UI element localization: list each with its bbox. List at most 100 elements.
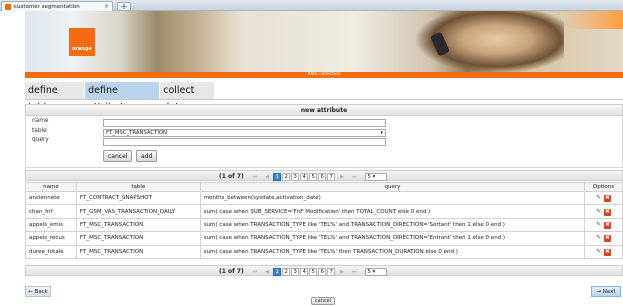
browser-tab-title: customer segmentation (14, 3, 80, 10)
cancel-button[interactable]: cancel (103, 150, 133, 162)
row-options: ✎ ✖ (584, 217, 623, 233)
row-name: appels_emis (25, 217, 77, 233)
banner-accent (563, 11, 623, 29)
browser-tab[interactable]: customer segmentation × (1, 1, 113, 11)
row-name: anciennete (25, 190, 77, 206)
edit-icon[interactable]: ✎ (596, 234, 601, 241)
logo-text: orange (72, 46, 92, 52)
next-page-icon[interactable]: ▶ (340, 174, 344, 180)
delete-icon[interactable]: ✖ (603, 221, 611, 229)
first-page-icon[interactable]: ⏮ (253, 174, 258, 180)
page-5[interactable]: 5 (309, 267, 318, 276)
table-row: appels_recus FT_MSC_TRANSACTION sum( cas… (25, 231, 623, 246)
query-label: query (32, 137, 49, 143)
last-page-icon[interactable]: ⏭ (352, 269, 357, 275)
row-name: chan_fnf (25, 204, 77, 219)
table-select[interactable]: FT_MSC_TRANSACTION ▾ (103, 129, 386, 137)
table-pager-bottom: (1 of 7) ⏮ ◀ 1 2 3 4 5 6 7 ▶ ⏭ 5 ▾ (25, 265, 623, 276)
page-3[interactable]: 3 (291, 267, 300, 276)
table-header-row: name table query Options (25, 182, 623, 192)
tab-define-attributes[interactable]: define attributes (85, 82, 160, 113)
header-banner: orange (25, 11, 623, 74)
prev-page-icon[interactable]: ◀ (265, 174, 269, 180)
back-button[interactable]: ← Back (25, 286, 51, 297)
row-name: duree_totale (25, 244, 77, 259)
page-1[interactable]: 1 (273, 172, 282, 181)
row-options: ✎ ✖ (584, 190, 623, 206)
next-button[interactable]: → Next (591, 286, 621, 297)
delete-icon[interactable]: ✖ (603, 235, 611, 243)
row-query: sum( case when TRANSACTION_TYPE like 'TE… (199, 231, 586, 246)
edit-icon[interactable]: ✎ (596, 221, 601, 228)
close-tab-icon[interactable]: × (104, 3, 109, 10)
row-query: sum( case when TRANSACTION_TYPE like 'TE… (199, 217, 586, 233)
new-tab-button[interactable]: + (117, 2, 131, 11)
row-table: FT_MSC_TRANSACTION (75, 244, 201, 259)
column-header-table[interactable]: table (75, 182, 201, 192)
tabs-divider (25, 99, 623, 100)
row-name: appels_recus (25, 231, 77, 246)
new-attribute-form: name table FT_MSC_TRANSACTION ▾ query ca… (25, 116, 623, 168)
site-favicon-icon (5, 3, 11, 10)
page-3[interactable]: 3 (291, 172, 300, 181)
first-page-icon[interactable]: ⏮ (253, 269, 258, 275)
delete-icon[interactable]: ✖ (603, 195, 611, 203)
row-table: FT_GSM_VAS_TRANSACTION_DAILY (75, 204, 201, 219)
column-header-query[interactable]: query (199, 182, 586, 192)
page-1[interactable]: 1 (273, 267, 282, 276)
page-size-value: 5 (367, 268, 371, 275)
row-query: months_between(sysdate,activation_date) (199, 190, 586, 206)
edit-icon[interactable]: ✎ (596, 208, 601, 215)
column-header-name[interactable]: name (25, 182, 77, 192)
tab-define-tables[interactable]: define tables (25, 82, 85, 113)
column-header-options: Options (584, 182, 623, 192)
page-6[interactable]: 6 (318, 267, 327, 276)
query-input[interactable] (103, 138, 386, 146)
delete-icon[interactable]: ✖ (603, 248, 611, 256)
page-6[interactable]: 6 (318, 172, 327, 181)
page-size-select[interactable]: 5 ▾ (364, 267, 387, 276)
table-pager-top: (1 of 7) ⏮ ◀ 1 2 3 4 5 6 7 ▶ ⏭ 5 ▾ (25, 170, 623, 181)
chevron-down-icon: ▾ (372, 173, 376, 180)
orange-logo: orange (69, 28, 95, 56)
row-table: FT_MSC_TRANSACTION (75, 231, 201, 246)
chevron-down-icon: ▾ (372, 268, 376, 275)
next-page-icon[interactable]: ▶ (340, 269, 344, 275)
page-4[interactable]: 4 (300, 172, 309, 181)
add-button[interactable]: add (136, 150, 158, 162)
wizard-cancel-button[interactable]: cancel (311, 297, 335, 305)
row-query: sum( case when TRANSACTION_TYPE like 'TE… (199, 244, 586, 259)
page-count: (1 of 7) (219, 173, 244, 180)
table-row: appels_emis FT_MSC_TRANSACTION sum( case… (25, 217, 623, 233)
table-row: duree_totale FT_MSC_TRANSACTION sum( cas… (25, 244, 623, 259)
new-attribute-header: new attribute (25, 104, 623, 116)
page-7[interactable]: 7 (327, 172, 336, 181)
tab-collect-data[interactable]: collect data (160, 82, 215, 113)
table-select-value: FT_MSC_TRANSACTION (106, 130, 168, 136)
table-label: table (32, 128, 47, 134)
row-options: ✎ ✖ (584, 231, 623, 246)
table-row: anciennete FT_CONTRACT_SNAPSHOT months_b… (25, 190, 623, 206)
name-input[interactable] (103, 119, 386, 127)
edit-icon[interactable]: ✎ (596, 248, 601, 255)
page-2[interactable]: 2 (282, 172, 291, 181)
page-5[interactable]: 5 (309, 172, 318, 181)
wizard-tabs: define tables define attributes collect … (25, 82, 215, 113)
page-4[interactable]: 4 (300, 267, 309, 276)
chevron-down-icon: ▾ (380, 130, 383, 136)
page-size-value: 5 (367, 173, 371, 180)
page-size-select[interactable]: 5 ▾ (364, 172, 387, 181)
page-7[interactable]: 7 (327, 267, 336, 276)
page-count: (1 of 7) (219, 268, 244, 275)
edit-icon[interactable]: ✎ (596, 194, 601, 201)
name-label: name (32, 118, 49, 124)
prev-page-icon[interactable]: ◀ (265, 269, 269, 275)
row-options: ✎ ✖ (584, 244, 623, 259)
table-row: chan_fnf FT_GSM_VAS_TRANSACTION_DAILY su… (25, 204, 623, 219)
attributes-table: name table query Options anciennete FT_C… (25, 182, 623, 259)
delete-icon[interactable]: ✖ (603, 208, 611, 216)
last-page-icon[interactable]: ⏭ (352, 174, 357, 180)
section-title: data collection (25, 72, 623, 78)
page-2[interactable]: 2 (282, 267, 291, 276)
browser-tab-strip: customer segmentation × + (0, 0, 623, 11)
